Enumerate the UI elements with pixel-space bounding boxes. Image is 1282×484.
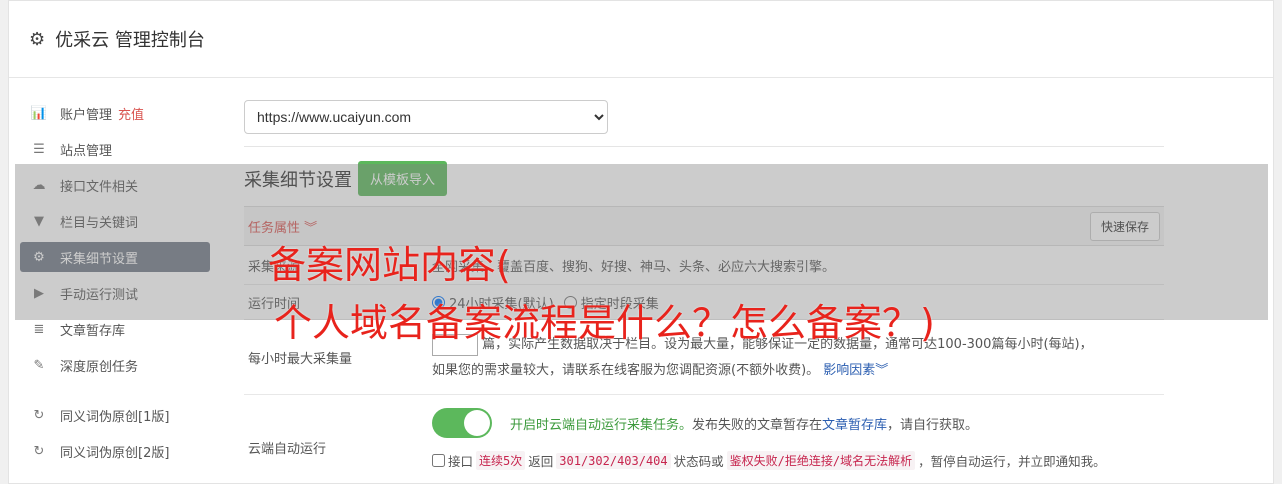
row-value: 开启时云端自动运行采集任务。发布失败的文章暂存在文章暂存库，请自行获取。 接口 … <box>432 395 1164 481</box>
cloud-run-text2: ，请自行获取。 <box>887 417 979 433</box>
pause-text-d: ，暂停自动运行，并立即通知我。 <box>918 454 1106 469</box>
cloud-run-green: 开启时云端自动运行采集任务。 <box>510 417 693 433</box>
pause-notify-checkbox[interactable] <box>432 454 445 467</box>
sidebar-item-account[interactable]: 📊 账户管理 充值 <box>20 98 210 128</box>
sidebar-item-synonym-v1[interactable]: ↻ 同义词伪原创[1版] <box>20 400 210 430</box>
sidebar-item-sites[interactable]: ☰ 站点管理 <box>20 134 210 164</box>
sidebar-item-synonym-v2[interactable]: ↻ 同义词伪原创[2版] <box>20 436 210 466</box>
pause-text-c: 状态码或 <box>673 454 724 469</box>
divider <box>244 146 1164 147</box>
sidebar-item-deep-original[interactable]: ✎ 深度原创任务 <box>20 350 210 380</box>
pause-text-b: 返回 <box>528 454 554 469</box>
header: ⚙ 优采云 管理控制台 <box>9 1 1273 78</box>
bar-chart-icon: 📊 <box>30 105 48 121</box>
code-status: 301/302/403/404 <box>556 452 671 469</box>
gear-icon: ⚙ <box>29 28 46 50</box>
sidebar-item-label: 深度原创任务 <box>60 359 139 375</box>
code-auth-fail: 鉴权失败/拒绝连接/域名无法解析 <box>726 451 916 470</box>
cloud-run-desc: 开启时云端自动运行采集任务。发布失败的文章暂存在文章暂存库，请自行获取。 <box>510 414 978 433</box>
code-consecutive: 连续5次 <box>476 451 526 470</box>
sidebar-item-label: 同义词伪原创[2版] <box>60 445 170 461</box>
server-icon: ☰ <box>33 141 45 157</box>
headline-line-1: 备案网站内容( <box>268 243 511 287</box>
max-per-hour-line-2: 如果您的需求量较大，请联系在线客服为您调配资源(不额外收费)。 影响因素︾ <box>432 358 1164 384</box>
edit-icon: ✎ <box>33 357 45 373</box>
sidebar-item-label: 账户管理 <box>60 107 113 123</box>
refresh-icon: ↻ <box>33 443 45 459</box>
refresh-icon: ↻ <box>33 407 45 423</box>
page-title: 优采云 管理控制台 <box>55 30 205 51</box>
sidebar-item-label: 站点管理 <box>60 143 113 159</box>
site-select[interactable]: https://www.ucaiyun.com <box>244 100 608 134</box>
cloud-run-line-2: 接口 连续5次 返回 301/302/403/404 状态码或 鉴权失败/拒绝连… <box>432 451 1164 470</box>
database-icon: ≣ <box>33 321 45 337</box>
factors-link[interactable]: 影响因素︾ <box>823 363 888 378</box>
article-store-link[interactable]: 文章暂存库 <box>822 418 887 433</box>
recharge-link[interactable]: 充值 <box>118 104 144 123</box>
cloud-run-line-1: 开启时云端自动运行采集任务。发布失败的文章暂存在文章暂存库，请自行获取。 <box>432 407 1164 439</box>
cloud-run-toggle[interactable] <box>432 408 492 438</box>
headline-line-2: 个人域名备案流程是什么？怎么备案？) <box>274 301 935 345</box>
max-per-hour-contact: 如果您的需求量较大，请联系在线客服为您调配资源(不额外收费)。 <box>432 363 820 378</box>
row-label: 云端自动运行 <box>248 441 327 457</box>
row-cloud-run: 云端自动运行 开启时云端自动运行采集任务。发布失败的文章暂存在文章暂存库，请自行… <box>244 395 1164 481</box>
sidebar-item-label: 同义词伪原创[1版] <box>60 409 170 425</box>
cloud-run-text1: 发布失败的文章暂存在 <box>692 417 823 433</box>
toggle-knob <box>464 410 490 436</box>
sidebar-item-label: 文章暂存库 <box>60 323 126 339</box>
pause-text-a: 接口 <box>448 454 474 469</box>
article-headline: 备案网站内容( 个人域名备案流程是什么？怎么备案？) <box>268 236 935 352</box>
